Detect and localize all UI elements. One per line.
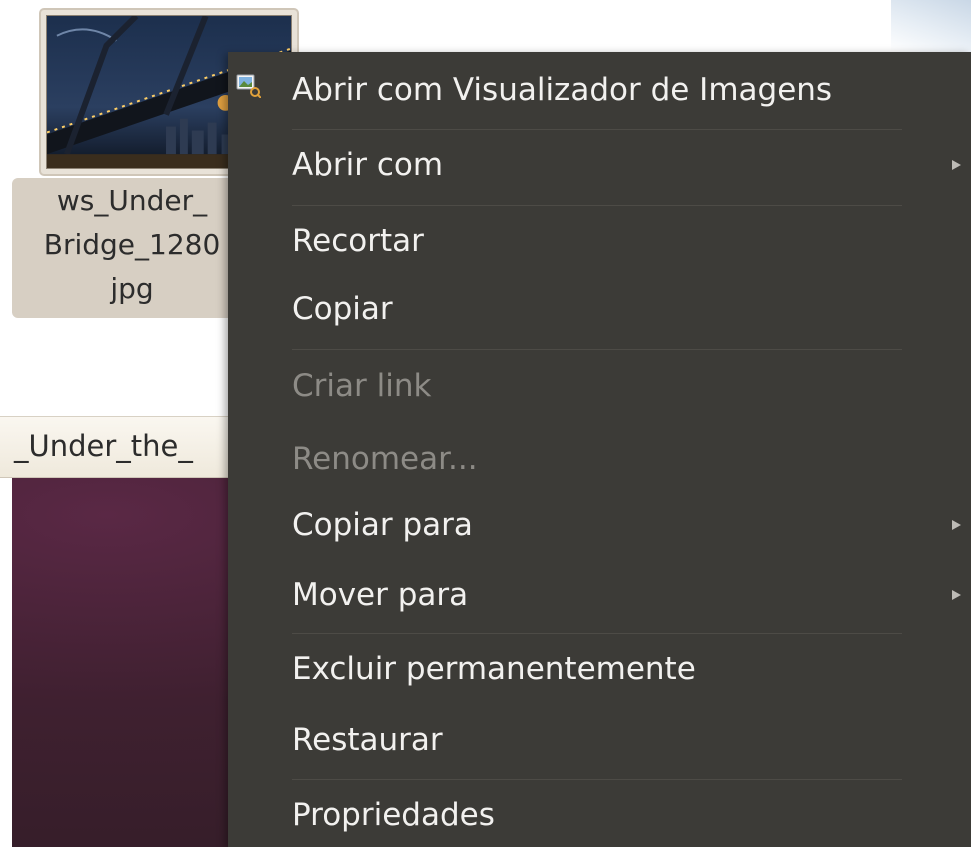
menu-item-cut[interactable]: Recortar	[228, 206, 971, 276]
menu-item-label: Recortar	[292, 223, 424, 259]
file-name-label[interactable]: ws_Under_ Bridge_1280 jpg	[12, 178, 252, 318]
context-menu: Abrir com Visualizador de Imagens Abrir …	[228, 52, 971, 847]
path-bar-text: _Under_the_	[14, 429, 193, 463]
menu-item-properties[interactable]: Propriedades	[228, 780, 971, 847]
menu-item-label: Abrir com Visualizador de Imagens	[292, 72, 833, 108]
menu-item-label: Propriedades	[292, 797, 495, 833]
file-name-line-2: Bridge_1280	[43, 228, 221, 261]
menu-item-open-with-image-viewer[interactable]: Abrir com Visualizador de Imagens	[228, 55, 971, 125]
menu-item-move-to[interactable]: Mover para	[228, 560, 971, 630]
menu-item-copy-to[interactable]: Copiar para	[228, 490, 971, 560]
menu-item-label: Copiar para	[292, 507, 473, 543]
menu-item-copy[interactable]: Copiar	[228, 274, 971, 344]
menu-item-label: Abrir com	[292, 147, 444, 183]
submenu-arrow-icon	[952, 520, 961, 530]
menu-item-label: Excluir permanentemente	[292, 651, 696, 687]
menu-item-rename: Renomear...	[228, 424, 971, 494]
menu-item-label: Restaurar	[292, 722, 443, 758]
menu-item-label: Renomear...	[292, 441, 478, 477]
menu-item-label: Mover para	[292, 577, 469, 613]
menu-item-create-link: Criar link	[228, 351, 971, 421]
window-corner-art	[891, 0, 971, 52]
submenu-arrow-icon	[952, 160, 961, 170]
menu-item-label: Criar link	[292, 368, 432, 404]
menu-separator	[292, 349, 902, 350]
file-name-line-3: jpg	[110, 272, 154, 305]
menu-item-restore[interactable]: Restaurar	[228, 705, 971, 775]
file-name-line-1: ws_Under_	[56, 184, 208, 217]
submenu-arrow-icon	[952, 590, 961, 600]
menu-item-label: Copiar	[292, 291, 393, 327]
menu-item-delete-permanently[interactable]: Excluir permanentemente	[228, 634, 971, 704]
image-viewer-icon	[236, 74, 261, 98]
menu-item-open-with[interactable]: Abrir com	[228, 130, 971, 200]
